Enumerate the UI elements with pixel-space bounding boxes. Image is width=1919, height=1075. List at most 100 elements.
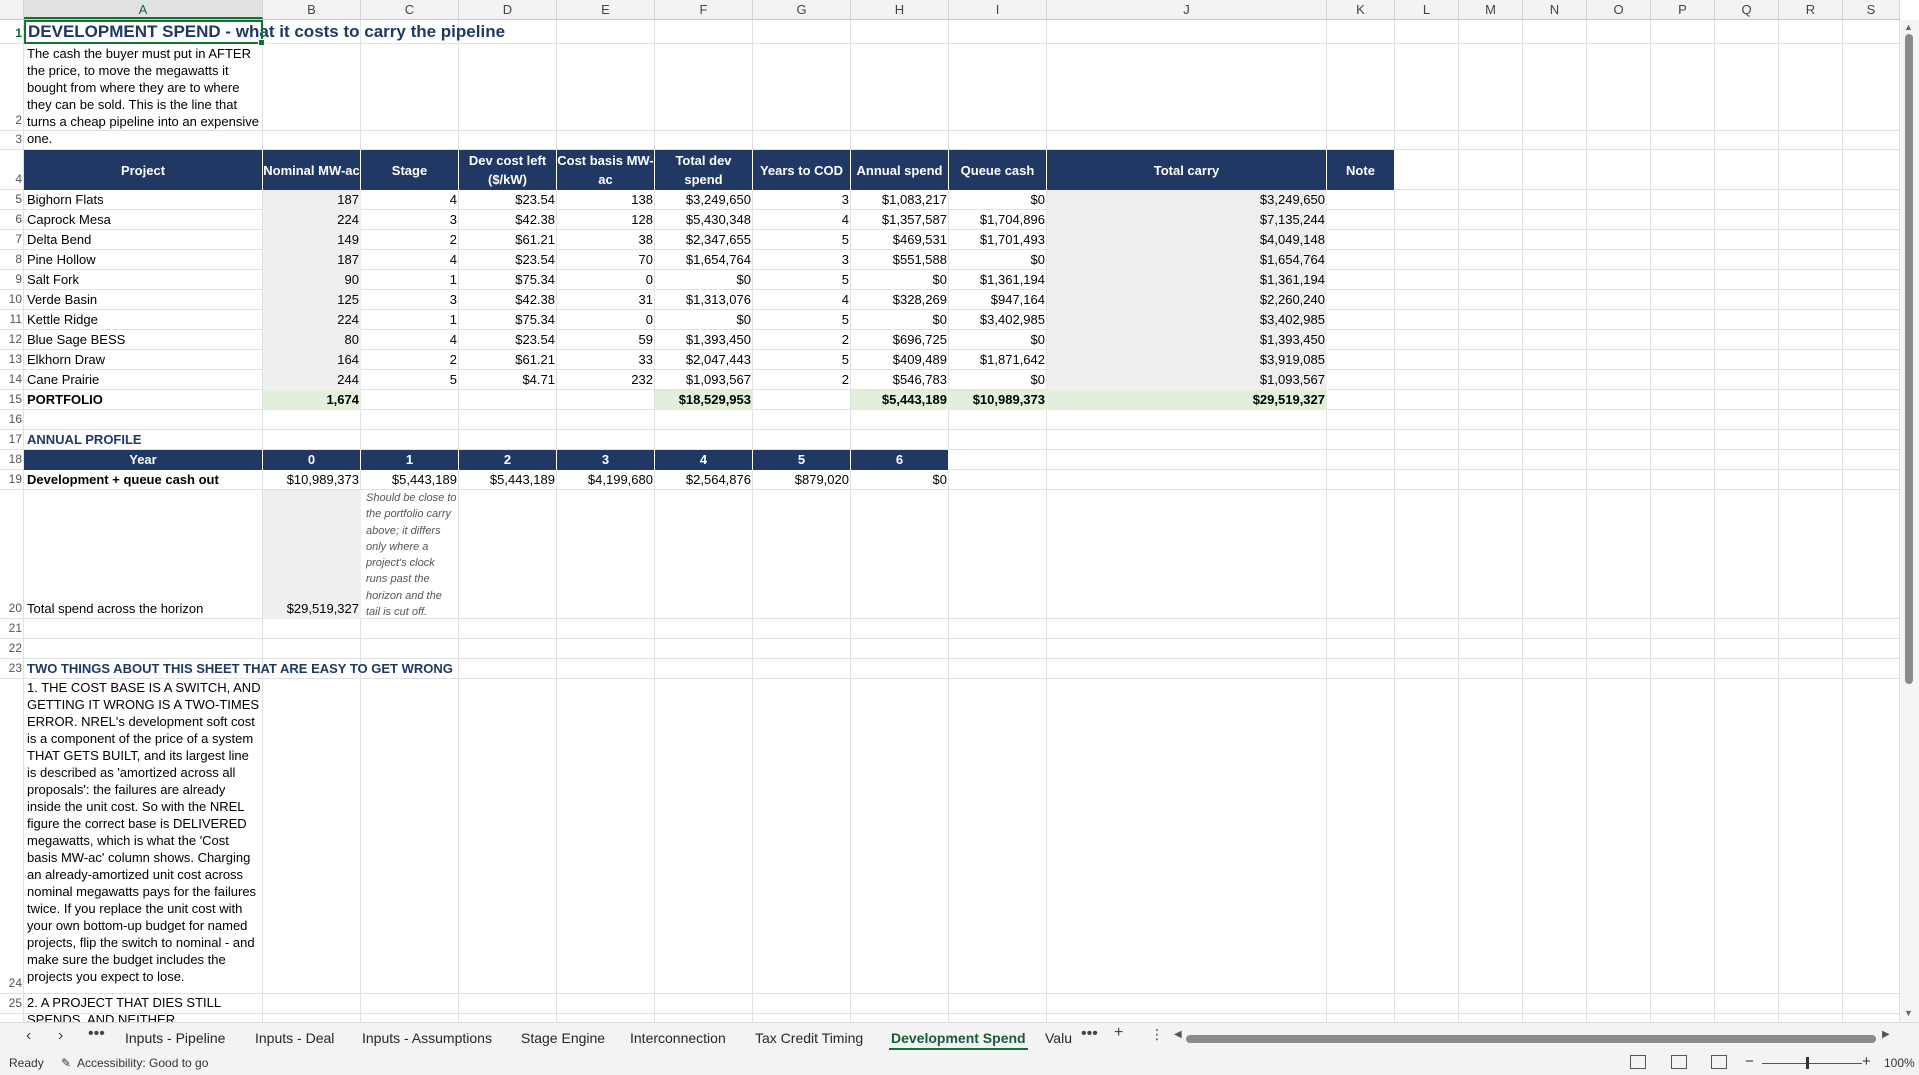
project-name[interactable]: Kettle Ridge (24, 310, 263, 330)
table-cell[interactable]: 164 (263, 350, 361, 370)
row-header-16[interactable]: 16 (0, 412, 24, 430)
row-header-14[interactable]: 14 (0, 372, 24, 390)
table-cell[interactable]: 1 (361, 270, 459, 290)
table-cell[interactable]: 128 (557, 210, 655, 230)
table-cell[interactable]: 4 (753, 210, 851, 230)
table-cell[interactable]: $2,260,240 (1047, 290, 1327, 310)
table-cell[interactable]: 2 (361, 350, 459, 370)
table-cell[interactable]: $0 (655, 310, 753, 330)
chevron-left-icon[interactable]: ‹ (26, 1027, 31, 1045)
table-cell[interactable]: 5 (361, 370, 459, 390)
table-cell[interactable]: $947,164 (949, 290, 1047, 310)
table-cell[interactable]: 3 (753, 190, 851, 210)
total-spend-value[interactable]: $29,519,327 (263, 490, 361, 619)
table-cell[interactable]: $1,313,076 (655, 290, 753, 310)
row-header-13[interactable]: 13 (0, 352, 24, 370)
table-header-3[interactable]: Dev cost left ($/kW) (459, 150, 557, 190)
year-header[interactable]: 5 (753, 450, 851, 470)
table-cell[interactable]: 1 (361, 310, 459, 330)
year-header[interactable]: 1 (361, 450, 459, 470)
column-header-l[interactable]: L (1395, 0, 1459, 19)
table-cell[interactable]: $75.34 (459, 270, 557, 290)
zoom-in-icon[interactable]: + (1862, 1053, 1871, 1070)
column-header-k[interactable]: K (1327, 0, 1395, 19)
column-header-n[interactable]: N (1523, 0, 1587, 19)
column-header-f[interactable]: F (655, 0, 753, 19)
row-header-8[interactable]: 8 (0, 252, 24, 270)
normal-view-icon[interactable] (1630, 1055, 1646, 1069)
table-cell[interactable]: $3,249,650 (655, 190, 753, 210)
table-header-5[interactable]: Total dev spend (655, 150, 753, 190)
scroll-right-icon[interactable]: ▶ (1882, 1029, 1890, 1040)
wrong-point-1[interactable]: 1. THE COST BASE IS A SWITCH, AND GETTIN… (24, 679, 261, 994)
table-header-4[interactable]: Cost basis MW-ac (557, 150, 655, 190)
table-cell[interactable]: $1,361,194 (949, 270, 1047, 290)
tab-overflow-icon[interactable]: ••• (1081, 1025, 1098, 1043)
portfolio-queue[interactable]: $10,989,373 (949, 390, 1047, 410)
table-cell[interactable]: 33 (557, 350, 655, 370)
year-header[interactable]: 0 (263, 450, 361, 470)
cash-out-value[interactable]: $879,020 (753, 470, 851, 490)
table-cell[interactable]: $546,783 (851, 370, 949, 390)
cash-out-value[interactable]: $5,443,189 (361, 470, 459, 490)
year-header[interactable]: 4 (655, 450, 753, 470)
wrong-point-2[interactable]: 2. A PROJECT THAT DIES STILL SPENDS, AND… (24, 994, 261, 1022)
table-cell[interactable]: $2,047,443 (655, 350, 753, 370)
table-cell[interactable]: $3,402,985 (949, 310, 1047, 330)
table-cell[interactable]: $1,871,642 (949, 350, 1047, 370)
table-header-1[interactable]: Nominal MW-ac (263, 150, 361, 190)
cash-out-value[interactable]: $10,989,373 (263, 470, 361, 490)
accessibility-status[interactable]: Accessibility: Good to go (77, 1056, 208, 1070)
table-cell[interactable]: 224 (263, 310, 361, 330)
table-cell[interactable]: $1,701,493 (949, 230, 1047, 250)
row-header-18[interactable]: 18 (0, 452, 24, 470)
table-cell[interactable]: $2,347,655 (655, 230, 753, 250)
chevron-right-icon[interactable]: › (58, 1027, 63, 1045)
worksheet-grid[interactable]: DEVELOPMENT SPEND - what it costs to car… (0, 0, 1919, 1022)
table-header-7[interactable]: Annual spend (851, 150, 949, 190)
table-cell[interactable]: $1,361,194 (1047, 270, 1327, 290)
sheet-tab[interactable]: Inputs - Assumptions (360, 1023, 494, 1053)
portfolio-total-dev[interactable]: $18,529,953 (655, 390, 753, 410)
table-cell[interactable]: 2 (361, 230, 459, 250)
table-cell[interactable]: 38 (557, 230, 655, 250)
table-cell[interactable]: $23.54 (459, 330, 557, 350)
column-header-a[interactable]: A (24, 0, 263, 19)
project-name[interactable]: Elkhorn Draw (24, 350, 263, 370)
year-header[interactable]: 3 (557, 450, 655, 470)
scroll-up-icon[interactable]: ▲ (1904, 22, 1913, 32)
table-cell[interactable]: $61.21 (459, 350, 557, 370)
table-cell[interactable]: $61.21 (459, 230, 557, 250)
row-header-2[interactable]: 2 (0, 113, 24, 131)
row-header-5[interactable]: 5 (0, 192, 24, 210)
table-header-2[interactable]: Stage (361, 150, 459, 190)
table-cell[interactable]: 4 (361, 250, 459, 270)
table-cell[interactable]: $0 (949, 330, 1047, 350)
project-name[interactable]: Bighorn Flats (24, 190, 263, 210)
table-cell[interactable]: 224 (263, 210, 361, 230)
sheet-tab[interactable]: Valu (1043, 1023, 1081, 1053)
table-cell[interactable]: $23.54 (459, 190, 557, 210)
table-cell[interactable]: 5 (753, 310, 851, 330)
table-cell[interactable]: 125 (263, 290, 361, 310)
column-header-p[interactable]: P (1651, 0, 1715, 19)
column-header-g[interactable]: G (753, 0, 851, 19)
row-header-15[interactable]: 15 (0, 392, 24, 410)
table-cell[interactable]: $4,049,148 (1047, 230, 1327, 250)
sheet-tab[interactable]: Stage Engine (519, 1023, 607, 1053)
table-cell[interactable]: $1,093,567 (655, 370, 753, 390)
project-name[interactable]: Pine Hollow (24, 250, 263, 270)
sheet-tab[interactable]: Interconnection (628, 1023, 728, 1053)
row-header-3[interactable]: 3 (0, 132, 24, 150)
table-header-6[interactable]: Years to COD (753, 150, 851, 190)
table-cell[interactable]: 3 (361, 290, 459, 310)
table-cell[interactable]: 232 (557, 370, 655, 390)
column-header-r[interactable]: R (1779, 0, 1843, 19)
row-header-17[interactable]: 17 (0, 432, 24, 450)
column-header-j[interactable]: J (1047, 0, 1327, 19)
table-cell[interactable]: $1,393,450 (655, 330, 753, 350)
table-cell[interactable]: 0 (557, 270, 655, 290)
vertical-scroll-thumb[interactable] (1905, 34, 1913, 684)
row-header-10[interactable]: 10 (0, 292, 24, 310)
portfolio-carry[interactable]: $29,519,327 (1047, 390, 1327, 410)
